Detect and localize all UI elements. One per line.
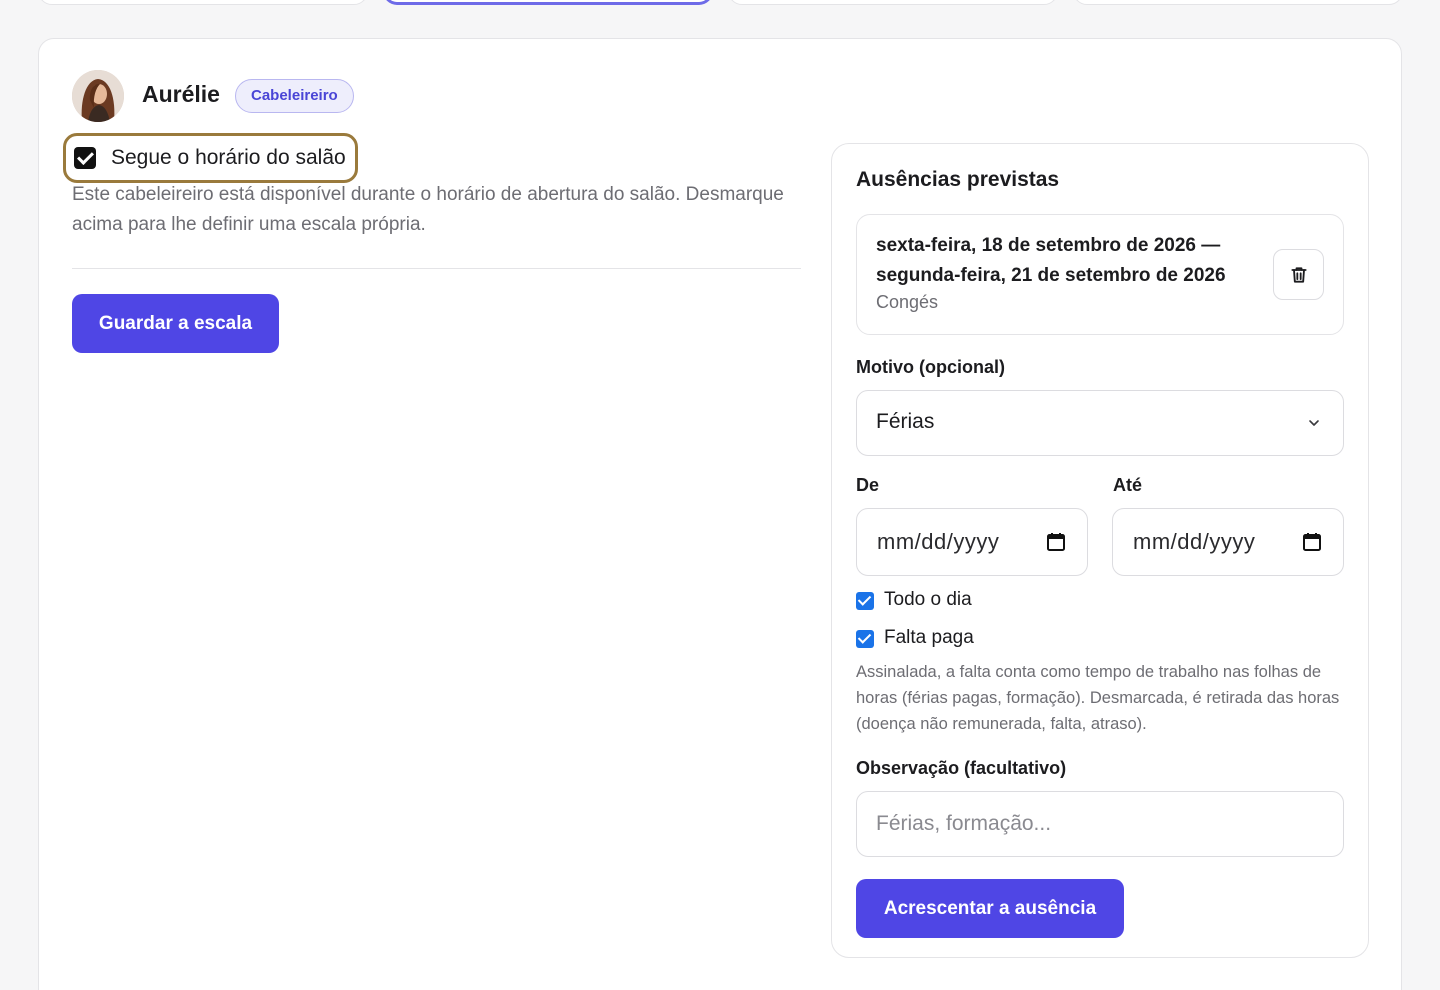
tab[interactable] xyxy=(728,0,1058,5)
from-label: De xyxy=(856,475,880,495)
reason-select[interactable]: Férias xyxy=(856,390,1344,456)
avatar xyxy=(72,70,124,122)
paid-absence-label[interactable]: Falta paga xyxy=(884,627,974,649)
absence-item: sexta-feira, 18 de setembro de 2026 — se… xyxy=(856,214,1344,335)
note-label: Observação (facultativo) xyxy=(856,758,1067,778)
note-input[interactable] xyxy=(856,791,1344,857)
tab[interactable] xyxy=(1073,0,1403,5)
to-date-placeholder: mm/dd/yyyy xyxy=(1133,529,1256,554)
to-date-input[interactable]: mm/dd/yyyy xyxy=(1112,508,1344,576)
add-absence-button[interactable]: Acrescentar a ausência xyxy=(856,879,1124,938)
reason-label: Motivo (opcional) xyxy=(856,357,1005,377)
all-day-checkbox[interactable] xyxy=(856,592,874,610)
calendar-icon[interactable] xyxy=(1302,532,1322,552)
trash-icon xyxy=(1290,266,1307,283)
divider xyxy=(72,268,801,269)
absence-date-range: sexta-feira, 18 de setembro de 2026 — se… xyxy=(876,235,1226,286)
absences-panel: Ausências previstas sexta-feira, 18 de s… xyxy=(831,143,1369,958)
from-date-input[interactable]: mm/dd/yyyy xyxy=(856,508,1088,576)
staff-schedule-card: Aurélie Cabeleireiro Segue o horário do … xyxy=(38,38,1402,990)
to-label: Até xyxy=(1113,475,1143,495)
all-day-label[interactable]: Todo o dia xyxy=(884,589,972,611)
tab[interactable] xyxy=(38,0,368,5)
follow-salon-hours-checkbox[interactable]: Segue o horário do salão xyxy=(63,133,358,183)
save-schedule-button[interactable]: Guardar a escala xyxy=(72,294,279,353)
absence-reason: Congés xyxy=(876,292,939,312)
tab-active[interactable] xyxy=(383,0,713,5)
from-date-placeholder: mm/dd/yyyy xyxy=(877,529,1000,554)
calendar-icon[interactable] xyxy=(1046,532,1066,552)
staff-name: Aurélie xyxy=(142,81,220,107)
role-badge: Cabeleireiro xyxy=(235,79,354,113)
delete-absence-button[interactable] xyxy=(1273,249,1324,300)
follow-salon-description: Este cabeleireiro está disponível durant… xyxy=(72,184,784,235)
follow-salon-hours-label[interactable]: Segue o horário do salão xyxy=(111,146,346,170)
reason-select-value: Férias xyxy=(876,410,935,433)
chevron-down-icon xyxy=(1309,420,1319,426)
checkbox-checked-icon[interactable] xyxy=(74,147,96,169)
absences-title: Ausências previstas xyxy=(856,168,1060,191)
paid-absence-checkbox[interactable] xyxy=(856,630,874,648)
paid-absence-hint: Assinalada, a falta conta como tempo de … xyxy=(856,663,1340,733)
